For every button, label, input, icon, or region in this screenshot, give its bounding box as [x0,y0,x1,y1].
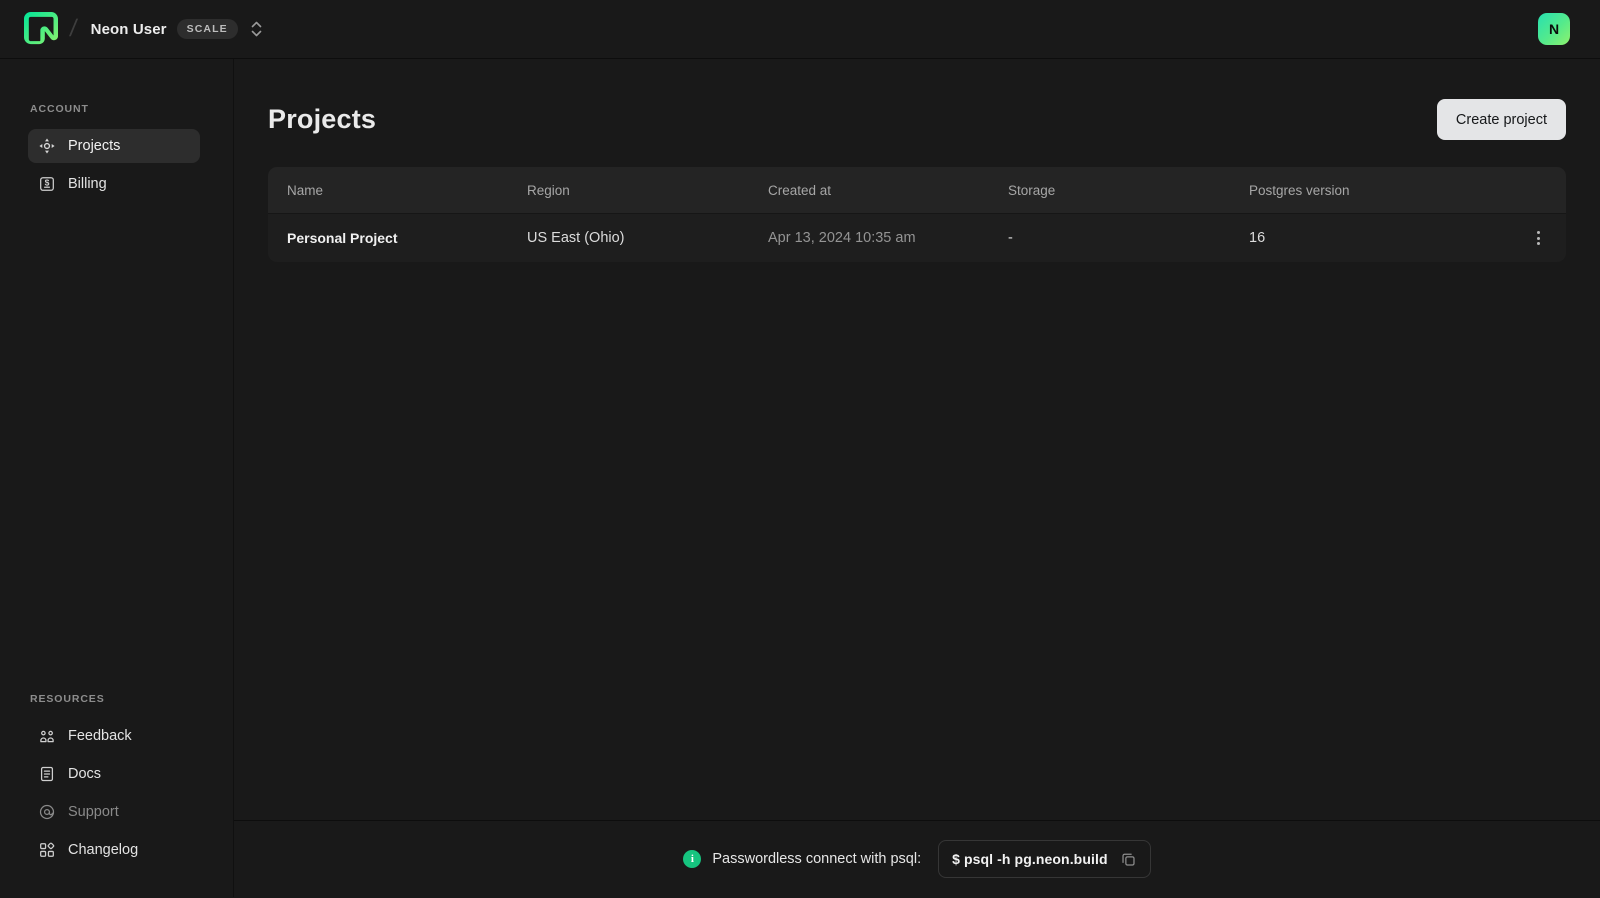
column-header-created-at: Created at [768,182,832,198]
feedback-people-icon [38,727,56,745]
sidebar-item-changelog[interactable]: Changelog [28,833,200,867]
org-name[interactable]: Neon User [91,21,167,38]
avatar[interactable]: N [1538,13,1570,45]
topbar: / Neon User SCALE N [0,0,1600,59]
sidebar: ACCOUNT Projects $ Billing RESOURCES Fee… [0,59,234,897]
page-title: Projects [268,104,377,134]
sidebar-section-resources: RESOURCES [30,693,105,705]
sidebar-item-support[interactable]: Support [28,795,200,829]
support-at-icon [38,803,56,821]
column-header-name: Name [287,182,324,198]
sidebar-item-label: Changelog [68,842,139,858]
column-header-storage: Storage [1008,182,1056,198]
projects-table: Name Region Created at Storage Postgres … [268,167,1566,262]
sidebar-section-account: ACCOUNT [30,103,89,115]
project-storage-cell: - [1008,230,1013,246]
billing-dollar-icon: $ [38,175,56,193]
changelog-grid-icon [38,841,56,859]
sidebar-item-feedback[interactable]: Feedback [28,719,200,753]
psql-connect-label: Passwordless connect with psql: [712,851,922,867]
sidebar-item-label: Projects [68,138,121,154]
plan-badge: SCALE [176,19,238,39]
sidebar-item-billing[interactable]: $ Billing [28,167,200,201]
sidebar-item-label: Feedback [68,728,132,744]
copy-icon[interactable] [1120,851,1137,868]
project-name-cell[interactable]: Personal Project [287,230,527,246]
neon-logo-icon[interactable] [24,12,58,46]
sidebar-item-projects[interactable]: Projects [28,129,200,163]
sidebar-item-docs[interactable]: Docs [28,757,200,791]
table-row-personal-project[interactable]: Personal Project US East (Ohio) Apr 13, … [268,213,1566,262]
project-region-cell: US East (Ohio) [527,230,625,246]
psql-command-text: $ psql -h pg.neon.build [952,851,1108,867]
sidebar-item-label: Docs [68,766,102,782]
main-content: Projects Create project Name Region Crea… [234,59,1600,897]
projects-compass-icon [38,137,56,155]
kebab-menu-icon[interactable] [1524,224,1552,252]
table-header-row: Name Region Created at Storage Postgres … [268,167,1566,213]
project-postgres-version-cell: 16 [1249,230,1266,246]
svg-text:$: $ [45,177,50,187]
info-icon: i [683,850,702,868]
create-project-button[interactable]: Create project [1436,99,1566,140]
sidebar-item-label: Support [68,804,119,820]
column-header-postgres-version: Postgres version [1249,182,1350,198]
breadcrumb-slash: / [68,15,79,42]
psql-connect-footer: i Passwordless connect with psql: $ psql… [234,820,1600,897]
column-header-region: Region [527,182,570,198]
project-created-at-cell: Apr 13, 2024 10:35 am [768,230,916,246]
sidebar-item-label: Billing [68,176,107,192]
chevron-up-down-icon[interactable] [250,19,263,39]
psql-command-box[interactable]: $ psql -h pg.neon.build [938,840,1151,878]
docs-document-icon [38,765,56,783]
